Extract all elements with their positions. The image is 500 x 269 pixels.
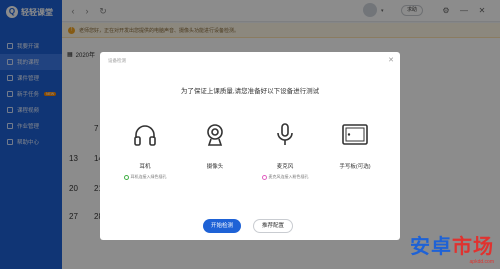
recommended-config-button[interactable]: 推荐配置 bbox=[253, 219, 293, 233]
start-check-button[interactable]: 开始检测 bbox=[203, 219, 241, 233]
dialog-prompt: 为了保证上课质量,请您准备好以下设备进行测试 bbox=[180, 88, 320, 95]
device-camera: 摄像头 bbox=[180, 122, 250, 192]
watermark-url: apkdd.com bbox=[469, 259, 494, 265]
watermark-logo: 安卓市场 bbox=[410, 236, 494, 258]
device-name: 耳机 bbox=[139, 164, 151, 170]
device-list: 耳机 耳机连接入绿色插孔 摄像头 麦克风 麦克风连接入粉色插孔 手写板(可选) bbox=[110, 122, 390, 192]
device-microphone: 麦克风 麦克风连接入粉色插孔 bbox=[250, 122, 320, 192]
device-status: 耳机连接入绿色插孔 bbox=[110, 174, 180, 180]
tablet-icon bbox=[342, 124, 368, 145]
device-check-dialog: 设备检测 ✕ 为了保证上课质量,请您准备好以下设备进行测试 耳机 耳机连接入绿色… bbox=[100, 52, 400, 240]
device-status-text: 耳机连接入绿色插孔 bbox=[130, 174, 167, 179]
camera-icon bbox=[207, 124, 223, 146]
watermark: 安卓市场 apkdd.com bbox=[410, 230, 494, 265]
microphone-icon bbox=[277, 123, 293, 145]
device-tablet: 手写板(可选) bbox=[320, 122, 390, 192]
pink-jack-icon bbox=[261, 174, 267, 180]
close-icon[interactable]: ✕ bbox=[388, 56, 394, 64]
device-name: 麦克风 bbox=[276, 164, 294, 170]
device-status: 麦克风连接入粉色插孔 bbox=[250, 174, 320, 180]
headphone-icon bbox=[134, 125, 156, 146]
dialog-title: 设备检测 bbox=[108, 58, 126, 63]
device-name: 手写板(可选) bbox=[339, 164, 371, 170]
device-name: 摄像头 bbox=[206, 164, 224, 170]
device-status-text: 麦克风连接入粉色插孔 bbox=[268, 174, 309, 179]
device-headphone: 耳机 耳机连接入绿色插孔 bbox=[110, 122, 180, 192]
green-jack-icon bbox=[123, 174, 129, 180]
